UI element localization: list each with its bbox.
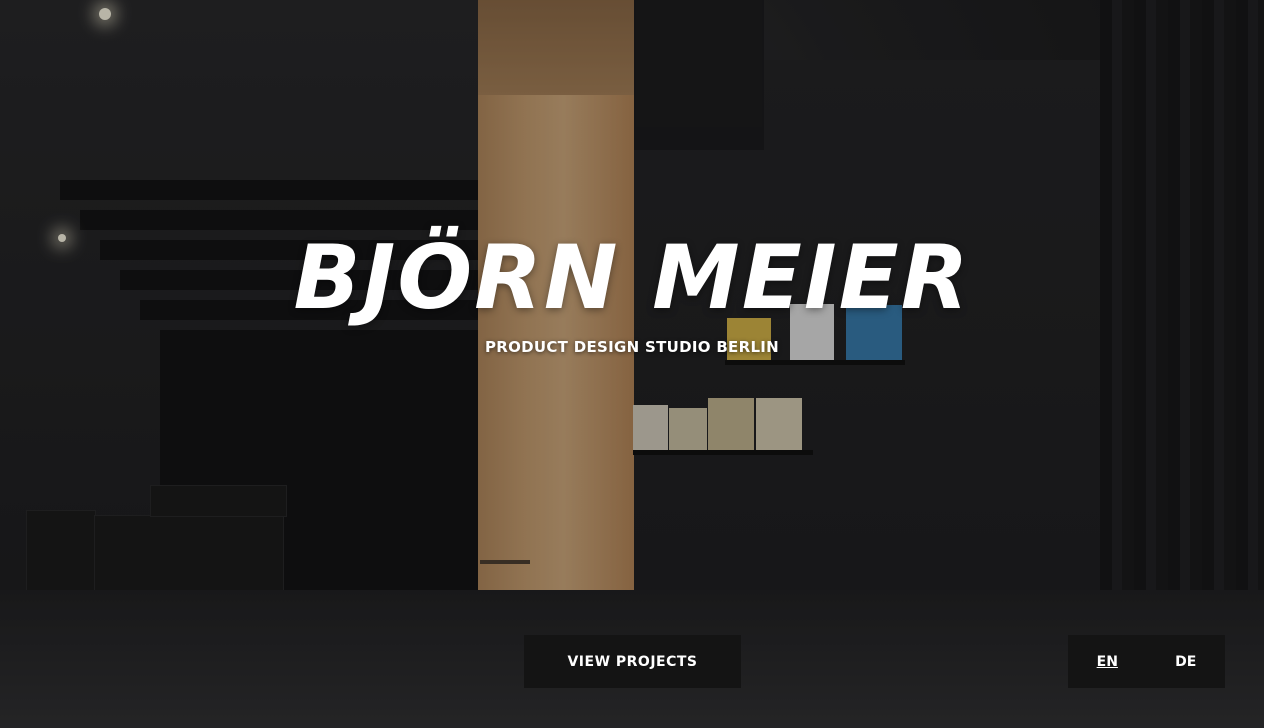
studio-name-heading: BJÖRN MEIER bbox=[293, 226, 971, 329]
language-option-en[interactable]: EN bbox=[1087, 650, 1128, 674]
language-switcher: EN DE bbox=[1068, 635, 1225, 688]
studio-tagline: PRODUCT DESIGN STUDIO BERLIN bbox=[484, 338, 780, 356]
view-projects-button[interactable]: VIEW PROJECTS bbox=[524, 635, 741, 688]
language-option-de[interactable]: DE bbox=[1165, 650, 1206, 674]
hero-background-photo bbox=[0, 0, 1264, 728]
